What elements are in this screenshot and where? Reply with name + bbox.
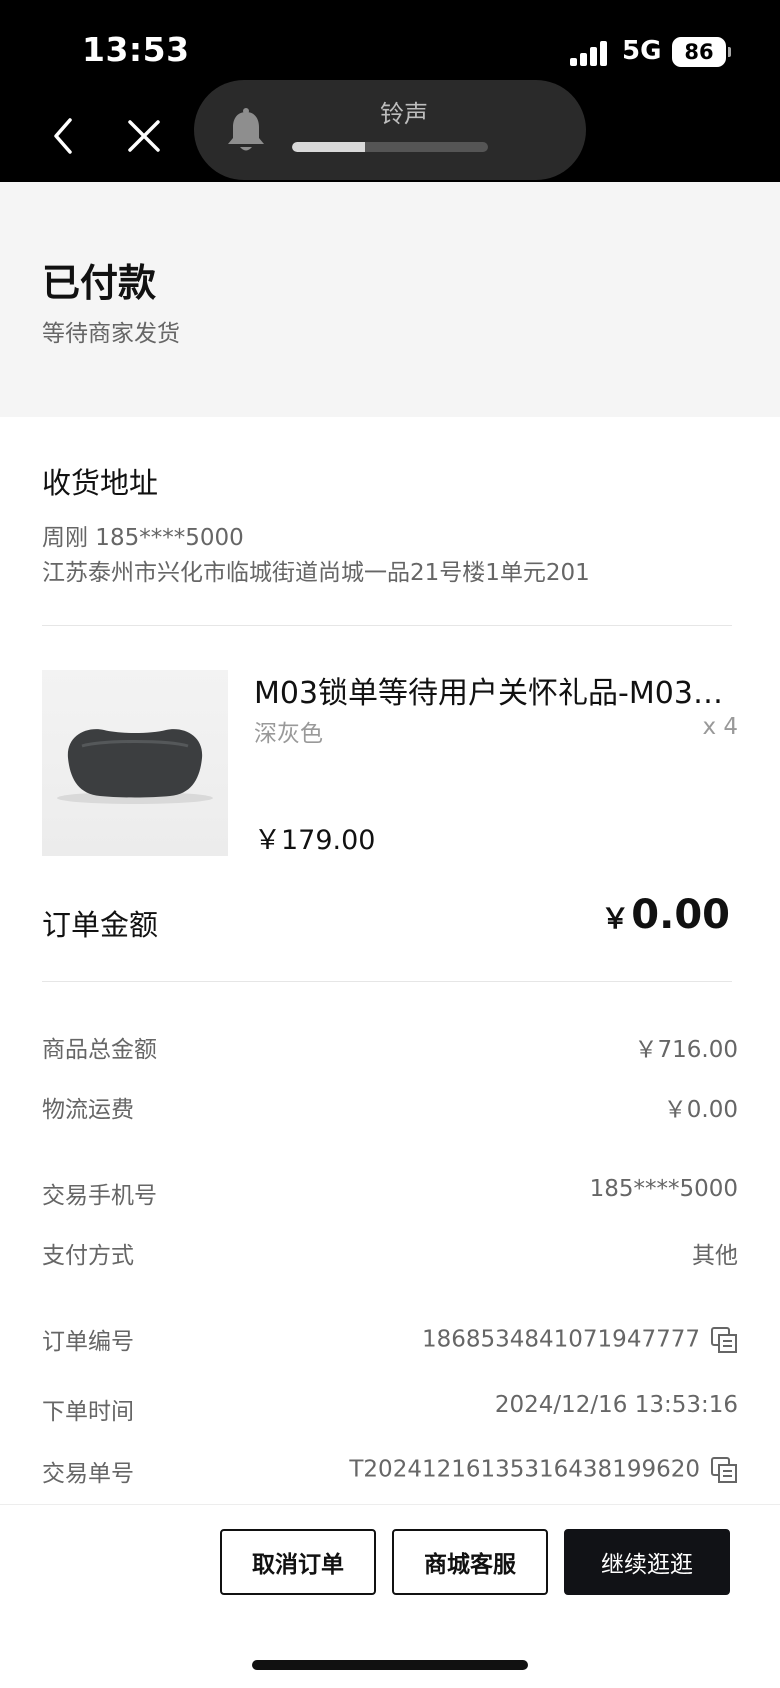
product-image[interactable]	[42, 670, 228, 856]
address-contact: 周刚 185****5000	[42, 525, 244, 551]
close-icon[interactable]	[124, 116, 164, 156]
order-number-row: 1868534841071947777	[422, 1326, 738, 1354]
order-number-value: 1868534841071947777	[421, 1326, 700, 1353]
copy-icon[interactable]	[710, 1326, 738, 1354]
cellular-signal-icon	[570, 40, 610, 66]
goods-total-value: ￥716.00	[634, 1037, 738, 1063]
order-total-currency: ￥	[601, 902, 630, 935]
divider	[42, 625, 732, 626]
transaction-number-label: 交易单号	[42, 1461, 134, 1487]
transaction-number-row: T20241216135316438199620	[349, 1456, 738, 1484]
goods-total-label: 商品总金额	[42, 1037, 157, 1063]
status-bar: 13:53 5G 86 铃声	[0, 0, 780, 182]
address-title: 收货地址	[42, 466, 159, 500]
payment-method-label: 支付方式	[42, 1243, 134, 1269]
order-total-value: ￥0.00	[601, 892, 730, 938]
back-icon[interactable]	[44, 116, 84, 156]
battery-icon: 86	[672, 37, 726, 67]
home-indicator[interactable]	[252, 1660, 528, 1670]
battery-cap	[728, 47, 731, 57]
ringer-label: 铃声	[380, 100, 428, 128]
ringer-volume-track[interactable]	[292, 142, 488, 152]
product-price: ￥179.00	[254, 825, 376, 856]
status-time: 13:53	[82, 30, 190, 69]
product-quantity: x 4	[702, 714, 738, 740]
product-name[interactable]: M03锁单等待用户关怀礼品-M03车载腰枕	[254, 668, 724, 712]
order-number-label: 订单编号	[42, 1329, 134, 1355]
ringer-volume-hud: 铃声	[194, 80, 586, 180]
battery-level: 86	[684, 40, 714, 64]
order-time-label: 下单时间	[42, 1399, 134, 1425]
divider	[42, 981, 732, 982]
shipping-fee-label: 物流运费	[42, 1097, 134, 1123]
order-total-label: 订单金额	[42, 908, 159, 942]
order-status-subtitle: 等待商家发货	[42, 321, 180, 347]
transaction-number-value: T20241216135316438199620	[349, 1456, 700, 1483]
copy-icon[interactable]	[710, 1456, 738, 1484]
payment-method-value: 其他	[692, 1243, 738, 1269]
shipping-fee-value: ￥0.00	[663, 1097, 738, 1123]
order-status-section: 已付款 等待商家发货	[0, 182, 780, 417]
bell-icon	[228, 108, 264, 151]
product-spec: 深灰色	[254, 721, 323, 747]
address-line: 江苏泰州市兴化市临城街道尚城一品21号楼1单元201	[42, 560, 590, 586]
phone-label: 交易手机号	[42, 1183, 157, 1209]
customer-service-button[interactable]: 商城客服	[392, 1529, 548, 1595]
phone-value: 185****5000	[589, 1176, 738, 1202]
network-type: 5G	[622, 36, 662, 66]
ringer-volume-fill	[292, 142, 365, 152]
lumbar-pillow-image	[57, 729, 213, 804]
continue-shopping-button[interactable]: 继续逛逛	[564, 1529, 730, 1595]
order-total-amount: 0.00	[631, 892, 730, 938]
order-time-value: 2024/12/16 13:53:16	[494, 1392, 738, 1418]
order-status-title: 已付款	[42, 261, 157, 305]
cancel-order-button[interactable]: 取消订单	[220, 1529, 376, 1595]
